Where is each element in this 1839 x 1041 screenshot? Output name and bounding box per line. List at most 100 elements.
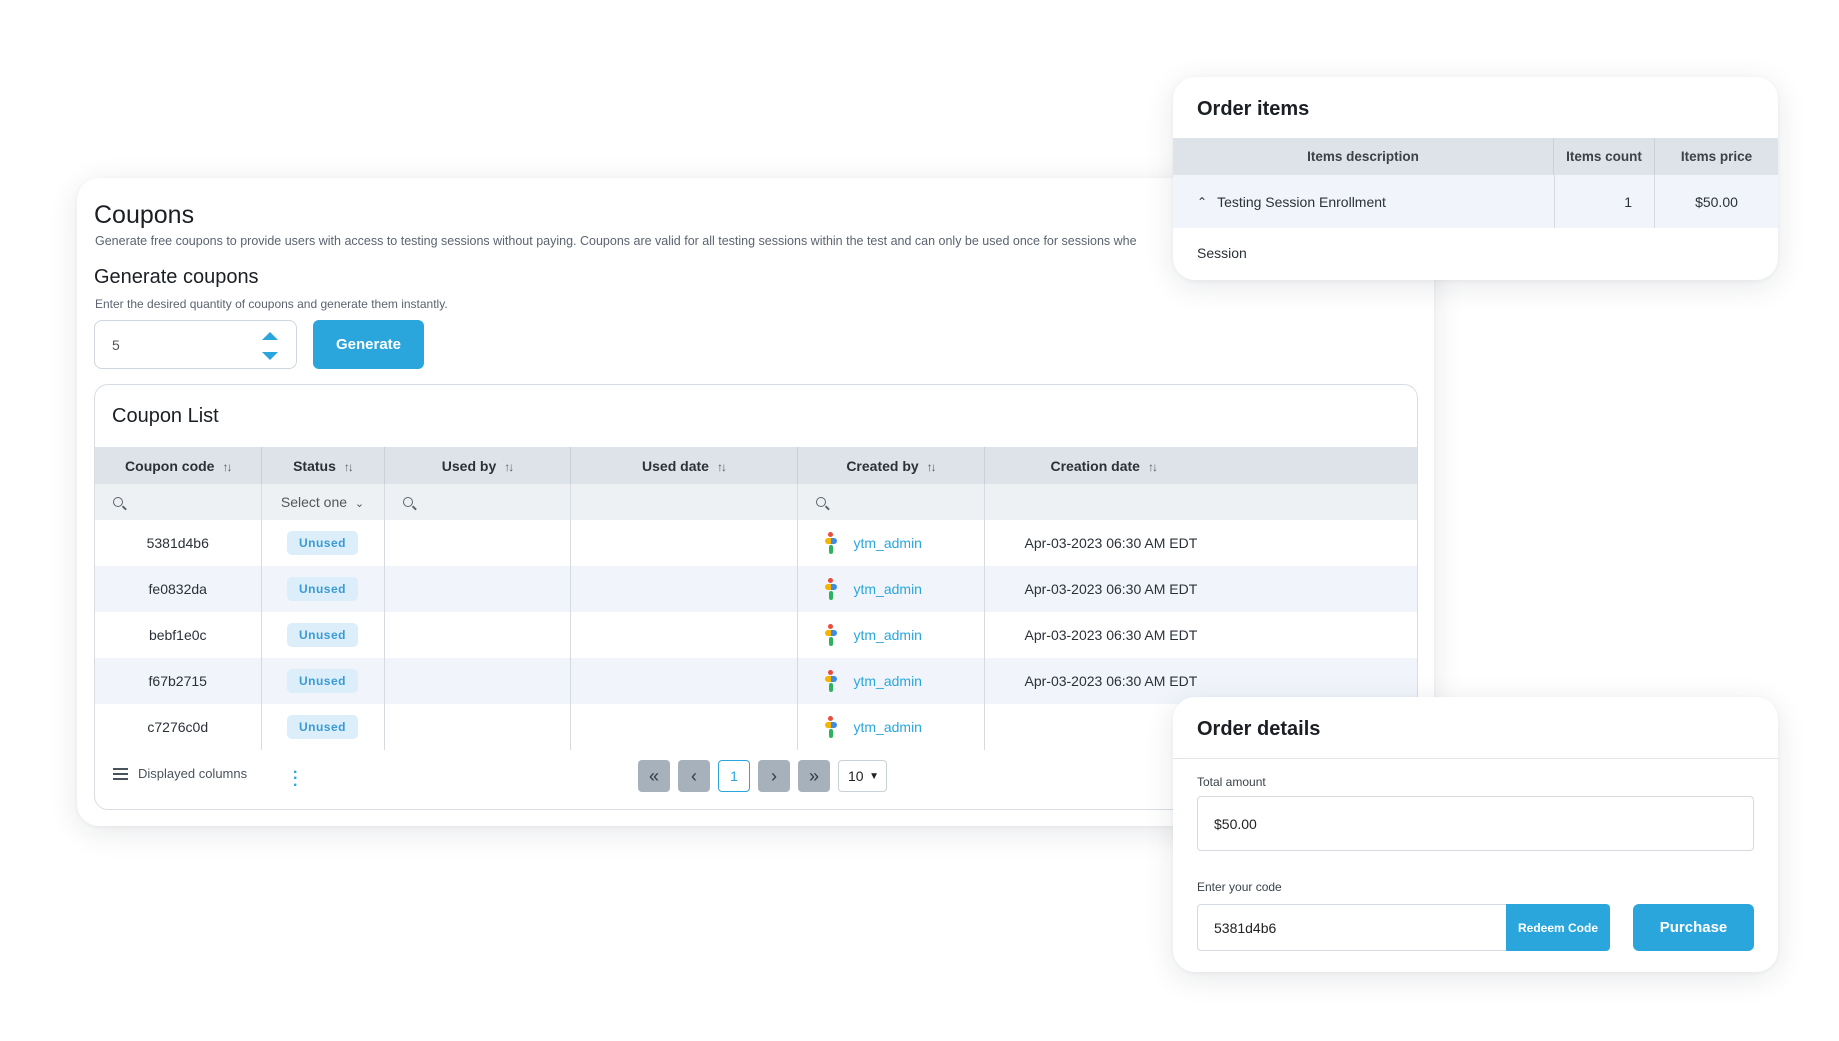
quantity-value: 5 [112,337,120,353]
column-header-items-price: Items price [1680,149,1753,164]
used-by-cell [384,566,571,612]
next-page-button[interactable]: › [758,760,790,792]
order-item-row[interactable]: ⌃ Testing Session Enrollment 1 $50.00 [1173,175,1778,228]
coupon-code-cell: f67b2715 [95,658,262,704]
table-row[interactable]: bebf1e0c Unused ytm_admin Apr-03-2023 06… [95,612,1417,658]
coupon-list-title: Coupon List [112,405,219,427]
user-avatar-icon [824,716,838,738]
column-header-creation-date[interactable]: Creation date ↑↓ [984,447,1417,484]
increment-arrow-icon[interactable] [262,332,278,340]
coupon-code-cell: bebf1e0c [95,612,262,658]
creation-date-cell: Apr-03-2023 06:30 AM EDT [1024,627,1198,643]
order-items-panel: Order items Items description Items coun… [1173,77,1778,280]
used-by-filter[interactable] [384,484,571,520]
user-avatar-icon [824,624,838,646]
used-by-cell [384,658,571,704]
quantity-stepper[interactable]: 5 [94,320,297,369]
total-amount-field: $50.00 [1197,796,1754,851]
item-count: 1 [1554,175,1655,228]
user-avatar-icon [824,532,838,554]
column-header-items-count: Items count [1554,138,1655,175]
first-page-button[interactable]: « [638,760,670,792]
previous-page-button[interactable]: ‹ [678,760,710,792]
created-by-link[interactable]: ytm_admin [854,673,922,689]
status-badge: Unused [286,577,358,601]
used-date-cell [570,566,798,612]
decrement-arrow-icon[interactable] [262,352,278,360]
generate-coupons-title: Generate coupons [94,266,259,288]
sort-icon[interactable]: ↑↓ [344,460,354,474]
purchase-button[interactable]: Purchase [1633,904,1754,951]
user-avatar-icon [824,670,838,692]
coupon-code-cell: fe0832da [95,566,262,612]
last-page-button[interactable]: » [798,760,830,792]
table-row[interactable]: 5381d4b6 Unused ytm_admin Apr-03-2023 06… [95,520,1417,566]
status-badge: Unused [286,531,358,555]
chevron-down-icon: ⌄ [354,498,365,510]
created-by-link[interactable]: ytm_admin [854,581,922,597]
column-header-used-date[interactable]: Used date ↑↓ [570,447,798,484]
page-size-select[interactable]: 10 ▼ [838,760,887,792]
sort-icon[interactable]: ↑↓ [504,460,514,474]
sort-icon[interactable]: ↑↓ [222,460,232,474]
created-by-cell: ytm_admin [797,520,985,566]
page-title: Coupons [94,201,195,229]
used-date-cell [570,612,798,658]
created-by-link[interactable]: ytm_admin [854,719,922,735]
created-by-cell: ytm_admin [797,612,985,658]
status-cell: Unused [261,658,385,704]
column-header-created-by[interactable]: Created by ↑↓ [797,447,985,484]
status-cell: Unused [261,566,385,612]
column-header-coupon-code[interactable]: Coupon code ↑↓ [95,447,262,484]
column-header-status[interactable]: Status ↑↓ [261,447,385,484]
order-details-title: Order details [1197,718,1321,740]
sort-icon[interactable]: ↑↓ [1148,460,1158,474]
sort-icon[interactable]: ↑↓ [717,460,727,474]
item-description-cell: ⌃ Testing Session Enrollment [1197,175,1537,228]
status-cell: Unused [261,520,385,566]
order-items-header: Items description Items count Items pric… [1173,138,1778,175]
chevron-up-icon[interactable]: ⌃ [1197,195,1207,209]
creation-date-filter [984,484,1417,520]
used-date-filter [570,484,798,520]
used-by-cell [384,520,571,566]
page-description: Generate free coupons to provide users w… [95,234,1137,248]
total-amount-label: Total amount [1197,775,1266,789]
code-input[interactable]: 5381d4b6 [1197,904,1507,951]
created-by-filter[interactable] [797,484,985,520]
search-icon [402,497,413,507]
sort-icon[interactable]: ↑↓ [927,460,937,474]
status-badge: Unused [286,669,358,693]
created-by-link[interactable]: ytm_admin [854,627,922,643]
creation-date-cell: Apr-03-2023 06:30 AM EDT [984,566,1417,612]
used-date-cell [570,520,798,566]
divider [1173,758,1778,759]
user-avatar-icon [824,578,838,600]
page-size-value: 10 [848,768,864,784]
item-description: Testing Session Enrollment [1217,193,1386,210]
search-icon [815,497,826,507]
generate-button[interactable]: Generate [313,320,424,369]
redeem-code-button[interactable]: Redeem Code [1506,904,1610,951]
chevron-down-icon: ▼ [869,770,879,782]
status-filter-dropdown[interactable]: Select one ⌄ [261,484,385,520]
created-by-link[interactable]: ytm_admin [854,535,922,551]
order-items-title: Order items [1197,98,1310,120]
coupon-code-filter[interactable] [95,484,262,520]
stepper-arrows[interactable] [262,332,278,360]
column-header-used-by[interactable]: Used by ↑↓ [384,447,571,484]
used-by-cell [384,612,571,658]
displayed-columns-toggle[interactable]: Displayed columns · · · [113,764,298,793]
displayed-columns-label: Displayed columns [138,766,248,781]
table-row[interactable]: fe0832da Unused ytm_admin Apr-03-2023 06… [95,566,1417,612]
item-price: $50.00 [1695,193,1738,210]
code-label: Enter your code [1197,880,1282,894]
filter-row: Select one ⌄ [95,484,1417,520]
used-date-cell [570,658,798,704]
search-icon [113,497,123,507]
more-options-icon[interactable]: · · · [293,764,298,793]
status-badge: Unused [286,715,358,739]
created-by-cell: ytm_admin [797,566,985,612]
current-page-button[interactable]: 1 [718,760,750,792]
order-details-panel: Order details Total amount $50.00 Enter … [1173,697,1778,972]
